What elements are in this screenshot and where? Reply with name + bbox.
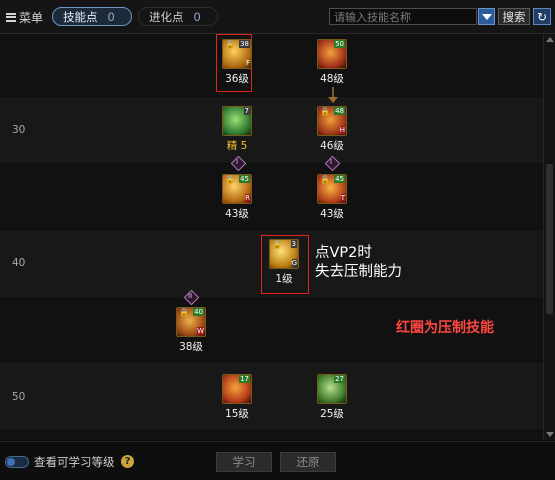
special-label: 精: [226, 140, 238, 152]
skill-icon: 🔒 45 R: [222, 174, 252, 204]
lock-icon: 🔒: [225, 175, 235, 184]
skill-icon: 🔒 40 W: [176, 307, 206, 337]
skill-icon: 🔒 38 F: [222, 39, 252, 69]
lock-icon: 🔒: [225, 40, 235, 49]
skill-tag: F: [245, 59, 250, 67]
skill-points-value: 0: [107, 9, 115, 24]
tree-band: [0, 429, 543, 440]
hamburger-menu-icon: [6, 12, 16, 22]
search-dropdown-button[interactable]: [478, 8, 495, 25]
learnable-level-toggle[interactable]: [5, 456, 29, 468]
scroll-down-arrow-icon[interactable]: [546, 432, 554, 437]
level-marker-40: 40: [12, 257, 26, 269]
skill-node[interactable]: 🔒 45 R 43级: [222, 174, 252, 222]
skill-tree-panel: 30 40 50 I I II 🔒 38 F 36级 50 48级 🔒 48 H…: [0, 34, 543, 440]
learnable-level-label: 查看可学习等级: [34, 455, 115, 469]
skill-node[interactable]: 7 精 5: [222, 106, 252, 154]
lock-icon: 🔒: [320, 175, 330, 184]
skill-icon: 27: [317, 374, 347, 404]
skill-rank: 27: [334, 375, 345, 383]
tree-scrollbar[interactable]: [543, 34, 555, 440]
refresh-icon: ↻: [536, 9, 548, 24]
skill-tag: T: [340, 194, 345, 202]
evolution-points-label: 进化点: [149, 9, 184, 24]
tier-badge-label: I: [236, 158, 239, 166]
tree-band: 30: [0, 97, 543, 163]
skill-icon: 🔒 48 H: [317, 106, 347, 136]
lock-icon: 🔒: [320, 107, 330, 116]
skill-node[interactable]: 🔒 48 H 46级: [317, 106, 347, 154]
tree-arrow: [328, 97, 338, 103]
skill-tag: W: [197, 327, 204, 335]
skill-level: 25级: [320, 408, 344, 420]
menu-label: 菜单: [19, 10, 44, 25]
lock-icon: 🔒: [179, 308, 189, 317]
skill-tag: G: [291, 259, 297, 267]
search-button[interactable]: 搜索: [498, 8, 530, 25]
annotation-vp2-line1: 点VP2时: [315, 245, 372, 261]
skill-icon: 🔒 3 G: [269, 239, 299, 269]
scroll-thumb[interactable]: [546, 164, 553, 314]
skill-special: 精 5: [218, 138, 256, 153]
refresh-button[interactable]: ↻: [533, 8, 551, 25]
skill-rank: 50: [334, 40, 345, 48]
menu-button[interactable]: 菜单: [6, 8, 43, 26]
skill-rank: 45: [334, 175, 345, 183]
tab-evolution-points[interactable]: 进化点 0: [138, 7, 218, 26]
skill-node[interactable]: 50 48级: [317, 39, 347, 87]
special-value: 5: [240, 140, 248, 152]
skill-level: 43级: [320, 208, 344, 220]
tab-skill-points[interactable]: 技能点 0: [52, 7, 132, 26]
skill-rank: 3: [290, 240, 297, 248]
skill-node[interactable]: 🔒 38 F 36级: [222, 39, 252, 87]
skill-node[interactable]: 🔒 40 W 38级: [176, 307, 206, 355]
skill-rank: 38: [239, 40, 250, 48]
reset-button[interactable]: 还原: [280, 452, 336, 472]
skill-level: 43级: [225, 208, 249, 220]
skill-icon: 7: [222, 106, 252, 136]
scroll-up-arrow-icon[interactable]: [546, 37, 554, 42]
skill-level: 1级: [275, 273, 293, 285]
tree-band: [0, 163, 543, 231]
level-marker-30: 30: [12, 124, 26, 136]
skill-level: 15级: [225, 408, 249, 420]
evolution-points-value: 0: [193, 9, 201, 24]
skill-rank: 7: [243, 107, 250, 115]
skill-node[interactable]: 🔒 3 G 1级: [269, 239, 299, 287]
top-toolbar: 菜单 技能点 0 进化点 0 请输入技能名称 搜索 ↻: [0, 0, 555, 34]
search-placeholder: 请输入技能名称: [334, 11, 411, 24]
tree-band: 50: [0, 363, 543, 429]
skill-icon: 🔒 45 T: [317, 174, 347, 204]
skill-rank: 17: [239, 375, 250, 383]
bottom-bar: 查看可学习等级 ? 学习 还原: [0, 441, 555, 480]
skill-rank: 48: [334, 107, 345, 115]
skill-search-input[interactable]: 请输入技能名称: [329, 8, 477, 25]
annotation-vp2-line2: 失去压制能力: [315, 264, 402, 280]
skill-tag: R: [245, 194, 250, 202]
skill-level: 36级: [225, 73, 249, 85]
lock-icon: 🔒: [272, 240, 282, 249]
skill-level: 46级: [320, 140, 344, 152]
skill-icon: 17: [222, 374, 252, 404]
tier-badge-label: II: [188, 292, 193, 300]
skill-rank: 40: [193, 308, 204, 316]
learn-button[interactable]: 学习: [216, 452, 272, 472]
annotation-suppression: 红圈为压制技能: [396, 320, 494, 336]
annotation-vp2: 点VP2时 失去压制能力: [315, 244, 402, 282]
skill-points-label: 技能点: [63, 9, 98, 24]
level-marker-50: 50: [12, 391, 26, 403]
skill-level: 48级: [320, 73, 344, 85]
skill-node[interactable]: 17 15级: [222, 374, 252, 422]
skill-node[interactable]: 27 25级: [317, 374, 347, 422]
tree-band: [0, 34, 543, 97]
skill-node[interactable]: 🔒 45 T 43级: [317, 174, 347, 222]
skill-level: 38级: [179, 341, 203, 353]
help-icon[interactable]: ?: [121, 455, 134, 468]
tier-badge-label: I: [330, 158, 333, 166]
skill-tag: H: [339, 126, 345, 134]
skill-rank: 45: [239, 175, 250, 183]
skill-icon: 50: [317, 39, 347, 69]
